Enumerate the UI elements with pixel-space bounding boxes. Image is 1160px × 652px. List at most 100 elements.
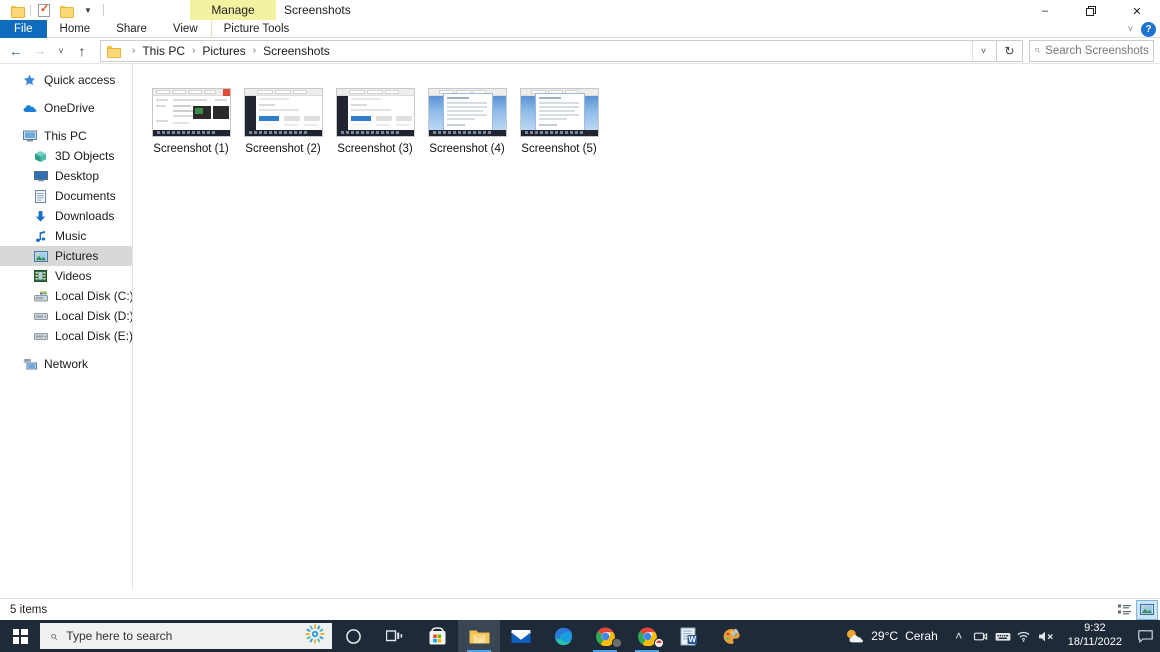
file-grid: Screenshot (1) Screenshot (2) Screenshot… <box>145 86 1160 155</box>
sidebar-item-label: Quick access <box>44 73 116 87</box>
download-icon <box>33 209 48 224</box>
search-icon: ⌕ <box>1034 44 1041 56</box>
microsoft-word-icon[interactable]: W <box>668 620 710 652</box>
show-hidden-icons-button[interactable]: ˄ <box>948 620 970 652</box>
breadcrumb[interactable]: › This PC › Pictures › Screenshots ˅ <box>100 39 997 62</box>
close-button[interactable]: ✕ <box>1114 0 1160 22</box>
sidebar-item-music[interactable]: Music <box>0 226 132 246</box>
drive-icon <box>33 329 48 344</box>
weather-temperature: 29°C <box>871 629 899 643</box>
sidebar-item-label: This PC <box>44 129 87 143</box>
refresh-button[interactable]: ↻ <box>997 39 1023 62</box>
sidebar-item-local-disk-e[interactable]: Local Disk (E:) <box>0 326 132 346</box>
clock[interactable]: 9:32 18/11/2022 <box>1058 622 1132 650</box>
ribbon-tab-bar: File Home Share View Picture Tools ˅ ? <box>0 20 1160 38</box>
sidebar-item-label: Documents <box>55 189 116 203</box>
chevron-down-icon[interactable]: ˅ <box>1128 24 1133 34</box>
taskbar-search-input[interactable]: ⌕ Type here to search <box>40 623 332 649</box>
folder-icon[interactable] <box>6 0 28 20</box>
minimize-button[interactable]: – <box>1022 0 1068 22</box>
file-item[interactable]: Screenshot (1) <box>145 86 237 155</box>
sidebar-item-desktop[interactable]: Desktop <box>0 166 132 186</box>
details-view-button[interactable] <box>1114 600 1136 620</box>
music-note-icon <box>33 229 48 244</box>
address-bar: ← → ˅ ↑ › This PC › Pictures › Screensho… <box>0 38 1160 64</box>
sidebar-item-label: Local Disk (D:) <box>55 309 133 323</box>
large-icons-view-button[interactable] <box>1136 599 1158 620</box>
file-item[interactable]: Screenshot (5) <box>513 86 605 155</box>
sidebar-item-network[interactable]: Network <box>0 354 132 374</box>
file-item[interactable]: Screenshot (4) <box>421 86 513 155</box>
file-item[interactable]: Screenshot (3) <box>329 86 421 155</box>
volume-muted-icon[interactable] <box>1036 620 1058 652</box>
desktop-icon <box>33 169 48 184</box>
weather-sun-cloud-icon <box>847 629 864 643</box>
navigation-pane: Quick access OneDrive This PC 3D Objects… <box>0 64 133 589</box>
news-interests-icon[interactable] <box>304 623 326 650</box>
sidebar-item-local-disk-c[interactable]: Local Disk (C:) <box>0 286 132 306</box>
sidebar-item-label: Local Disk (E:) <box>55 329 133 343</box>
breadcrumb-item-screenshots[interactable]: Screenshots <box>261 44 332 58</box>
sidebar-item-documents[interactable]: Documents <box>0 186 132 206</box>
start-button[interactable] <box>0 620 40 652</box>
google-chrome-icon[interactable] <box>626 620 668 652</box>
pin-icon <box>22 73 37 88</box>
breadcrumb-separator: › <box>252 45 257 56</box>
sidebar-item-videos[interactable]: Videos <box>0 266 132 286</box>
mail-icon[interactable] <box>500 620 542 652</box>
sidebar-item-downloads[interactable]: Downloads <box>0 206 132 226</box>
tab-home[interactable]: Home <box>47 20 104 38</box>
sidebar-item-3d-objects[interactable]: 3D Objects <box>0 146 132 166</box>
sidebar-item-this-pc[interactable]: This PC <box>0 126 132 146</box>
chevron-down-icon[interactable]: ˅ <box>972 40 994 61</box>
tab-picture-tools[interactable]: Picture Tools <box>210 20 302 38</box>
file-explorer-icon[interactable] <box>458 620 500 652</box>
status-bar: 5 items <box>0 598 1160 620</box>
up-button[interactable]: ↑ <box>70 39 94 63</box>
new-folder-icon[interactable] <box>55 0 77 20</box>
google-chrome-icon[interactable] <box>584 620 626 652</box>
thumbnail-browser-dark <box>335 87 415 137</box>
breadcrumb-item-pictures[interactable]: Pictures <box>200 44 247 58</box>
microsoft-edge-icon[interactable] <box>542 620 584 652</box>
help-icon[interactable]: ? <box>1141 21 1156 37</box>
search-input[interactable]: ⌕ Search Screenshots <box>1029 39 1154 62</box>
properties-icon[interactable] <box>33 0 55 20</box>
weather-widget[interactable]: 29°C Cerah <box>835 628 948 644</box>
tab-view[interactable]: View <box>160 20 211 38</box>
picture-icon <box>33 249 48 264</box>
task-view-icon[interactable] <box>374 620 416 652</box>
wifi-icon[interactable] <box>1014 620 1036 652</box>
file-item[interactable]: Screenshot (2) <box>237 86 329 155</box>
thumbnail-wrapper <box>333 86 417 138</box>
keyboard-icon[interactable] <box>992 620 1014 652</box>
item-count-label: 5 items <box>10 603 48 616</box>
breadcrumb-separator: › <box>132 45 136 56</box>
cortana-icon[interactable] <box>332 620 374 652</box>
sidebar-item-label: Music <box>55 229 87 243</box>
sidebar-item-local-disk-d[interactable]: Local Disk (D:) <box>0 306 132 326</box>
file-list-pane[interactable]: Screenshot (1) Screenshot (2) Screenshot… <box>133 64 1160 589</box>
microsoft-store-icon[interactable] <box>416 620 458 652</box>
action-center-icon[interactable] <box>1132 620 1158 652</box>
svg-text:W: W <box>689 635 697 644</box>
thumbnail-wrapper <box>149 86 233 138</box>
tab-share[interactable]: Share <box>103 20 160 38</box>
file-name: Screenshot (1) <box>153 143 229 155</box>
video-icon <box>33 269 48 284</box>
camera-icon[interactable] <box>970 620 992 652</box>
thumbnail-browser-dark <box>243 87 323 137</box>
sidebar-item-onedrive[interactable]: OneDrive <box>0 98 132 118</box>
forward-button[interactable]: → <box>28 39 52 63</box>
sidebar-item-pictures[interactable]: Pictures <box>0 246 132 266</box>
restore-button[interactable] <box>1068 0 1114 22</box>
sidebar-item-quick-access[interactable]: Quick access <box>0 70 132 90</box>
paint-icon[interactable] <box>710 620 752 652</box>
document-icon <box>33 189 48 204</box>
customize-caret-icon[interactable]: ▼ <box>77 0 99 20</box>
breadcrumb-item-this-pc[interactable]: This PC <box>140 44 187 58</box>
back-button[interactable]: ← <box>4 39 28 63</box>
recent-locations-icon[interactable]: ˅ <box>52 39 70 63</box>
tab-file[interactable]: File <box>0 20 47 38</box>
